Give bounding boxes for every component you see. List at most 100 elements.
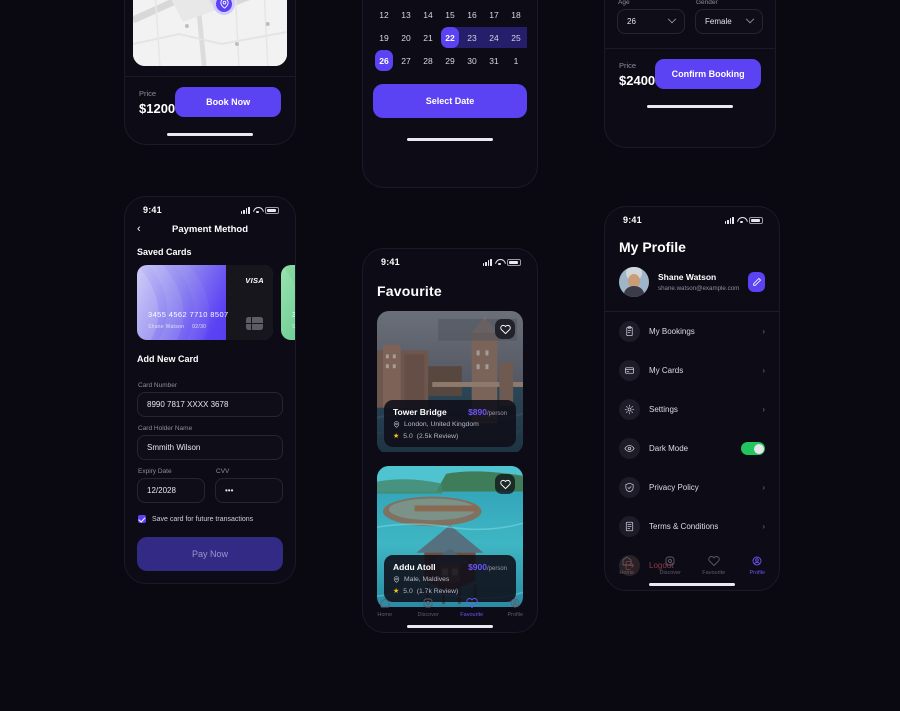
tab-discover[interactable]: Discover (649, 555, 693, 576)
favourite-toggle-button[interactable] (495, 319, 515, 339)
saved-card[interactable]: VISA 3455 4562 7710 8507 Shane Watson 02… (137, 265, 273, 340)
favourite-toggle-button[interactable] (495, 474, 515, 494)
menu-item-label: Terms & Conditions (649, 522, 719, 531)
calendar-day[interactable]: 1 (505, 49, 527, 72)
card-holder-input[interactable]: Smmith Wilson (137, 435, 283, 460)
favourite-card[interactable]: Tower Bridge $890/person London, United … (377, 311, 523, 454)
home-indicator (407, 625, 493, 628)
calendar-day-number: 31 (489, 55, 499, 66)
card-number: 3455 (292, 310, 295, 319)
calendar-day[interactable]: 27 (395, 49, 417, 72)
cvv-group: CVV ••• (215, 460, 283, 503)
age-select[interactable]: 26 (617, 9, 685, 34)
card-number: 3455 4562 7710 8507 (148, 310, 229, 319)
star-icon: ★ (393, 433, 400, 440)
tab-discover[interactable]: Discover (407, 597, 451, 618)
map-graphic (133, 0, 287, 66)
menu-item-my-bookings[interactable]: My Bookings › (605, 312, 779, 351)
calendar-day-number: 20 (401, 32, 411, 43)
price-label: Price (619, 60, 637, 70)
dark-mode-toggle[interactable] (741, 442, 765, 455)
calendar-day[interactable]: 24 (483, 26, 505, 49)
tab-favourite[interactable]: Favourite (692, 555, 736, 576)
favourite-card[interactable]: Addu Atoll $900/person Male, Maldives ★ … (377, 466, 523, 609)
calendar-day-number: 18 (511, 9, 521, 20)
wifi-icon (737, 217, 746, 224)
calendar-day[interactable]: 31 (483, 49, 505, 72)
calendar-screen: Su Mo Tu We Th Fr Sa 2829301234567891011… (362, 0, 538, 188)
card-chip-icon (246, 317, 263, 330)
gender-group: Gender Female (695, 0, 763, 34)
save-card-checkbox-row[interactable]: Save card for future transactions (125, 503, 295, 523)
chevron-right-icon: › (762, 366, 765, 375)
calendar-day[interactable]: 26 (373, 49, 395, 72)
profile-menu: My Bookings › My Cards › Settings › Dark Mode P… (605, 312, 779, 585)
menu-item-terms-conditions[interactable]: Terms & Conditions › (605, 507, 779, 546)
calendar-day[interactable]: 22 (439, 26, 461, 49)
tab-profile[interactable]: Profile (494, 597, 538, 618)
menu-item-label: Dark Mode (649, 444, 689, 453)
calendar-day-number: 25 (511, 32, 521, 43)
price-block: Price $2400 (619, 61, 655, 88)
card-number-input[interactable]: 8990 7817 XXXX 3678 (137, 392, 283, 417)
saved-card[interactable]: 3455 Shane W (281, 265, 295, 340)
tab-home[interactable]: Home (605, 555, 649, 576)
calendar-day[interactable]: 12 (373, 3, 395, 26)
page-title: My Profile (619, 239, 686, 255)
confirm-booking-button[interactable]: Confirm Booking (655, 59, 761, 89)
expiry-date-input[interactable]: 12/2028 (137, 478, 205, 503)
pencil-icon (752, 277, 761, 286)
calendar-day[interactable]: 25 (505, 26, 527, 49)
heart-icon (499, 324, 511, 334)
wifi-icon (495, 259, 504, 266)
calendar-day[interactable]: 16 (461, 3, 483, 26)
saved-cards-carousel[interactable]: VISA 3455 4562 7710 8507 Shane Watson 02… (125, 257, 295, 340)
checkbox-checked-icon[interactable] (138, 515, 146, 523)
calendar-day[interactable]: 13 (395, 3, 417, 26)
card-icon (619, 360, 640, 381)
location-pin-icon (393, 576, 400, 583)
calendar-day[interactable]: 21 (417, 26, 439, 49)
home-indicator (407, 138, 493, 141)
pay-now-button[interactable]: Pay Now (137, 537, 283, 571)
card-holder-value: Smmith Wilson (147, 443, 201, 452)
bottom-tab-bar: Home Discover Favourite Profile (605, 555, 779, 576)
avatar[interactable] (619, 267, 649, 297)
calendar-day[interactable]: 23 (461, 26, 483, 49)
menu-item-privacy-policy[interactable]: Privacy Policy › (605, 468, 779, 507)
calendar-day[interactable]: 15 (439, 3, 461, 26)
cvv-label: CVV (216, 468, 230, 475)
status-time: 9:41 (143, 205, 162, 215)
menu-item-dark-mode[interactable]: Dark Mode (605, 429, 779, 468)
status-icons (482, 258, 521, 266)
age-value: 26 (627, 17, 636, 26)
calendar-day[interactable]: 17 (483, 3, 505, 26)
destination-location: Male, Maldives (404, 576, 450, 583)
tab-favourite[interactable]: Favourite (450, 597, 494, 618)
book-now-button[interactable]: Book Now (175, 87, 281, 117)
calendar-day[interactable]: 29 (439, 49, 461, 72)
select-date-button[interactable]: Select Date (373, 84, 527, 118)
edit-profile-button[interactable] (748, 272, 765, 292)
gender-select[interactable]: Female (695, 9, 763, 34)
calendar-day[interactable]: 30 (461, 49, 483, 72)
calendar-day-number: 1 (513, 55, 519, 66)
calendar-week-row: 19 20 21 22 23 24 25 (373, 26, 527, 49)
calendar-day[interactable]: 18 (505, 3, 527, 26)
calendar-day[interactable]: 20 (395, 26, 417, 49)
destination-location-row: Male, Maldives (393, 576, 507, 583)
destination-info: Addu Atoll $900/person Male, Maldives ★ … (384, 555, 516, 602)
calendar-day-number: 17 (489, 9, 499, 20)
menu-item-settings[interactable]: Settings › (605, 390, 779, 429)
calendar-day[interactable]: 14 (417, 3, 439, 26)
tab-label: Profile (749, 570, 766, 576)
tab-profile[interactable]: Profile (736, 555, 780, 576)
calendar-day[interactable]: 19 (373, 26, 395, 49)
tab-home[interactable]: Home (363, 597, 407, 618)
cvv-input[interactable]: ••• (215, 478, 283, 503)
tab-label: Favourite (702, 570, 726, 576)
page-title: Favourite (377, 283, 442, 299)
map-preview[interactable] (133, 0, 287, 66)
menu-item-my-cards[interactable]: My Cards › (605, 351, 779, 390)
calendar-day[interactable]: 28 (417, 49, 439, 72)
